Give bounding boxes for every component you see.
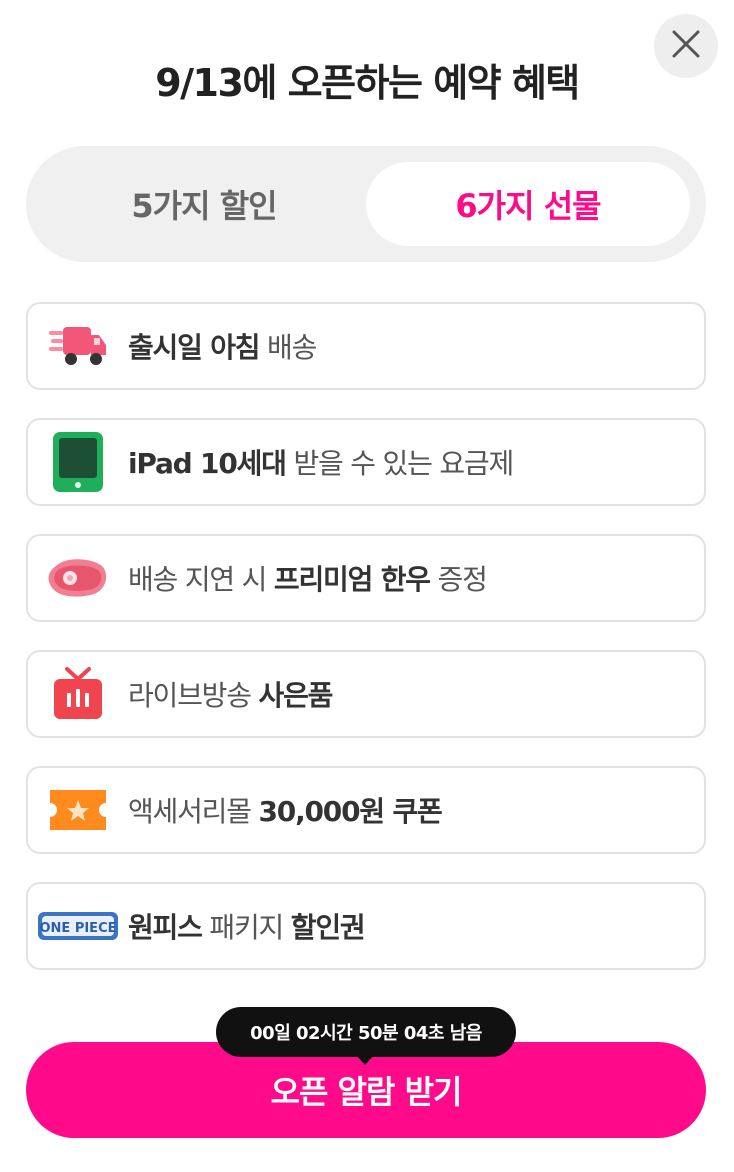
list-item: 배송 지연 시 프리미엄 한우 증정 — [26, 534, 706, 622]
tablet-icon — [48, 432, 108, 492]
onepiece-logo-icon: ONE PIECE — [38, 896, 118, 956]
page-title: 9/13에 오픈하는 예약 혜택 — [155, 61, 580, 105]
list-item: iPad 10세대 받을 수 있는 요금제 — [26, 418, 706, 506]
benefit-tabs: 5가지 할인 6가지 선물 — [26, 146, 706, 262]
benefit-text: 액세서리몰 30,000원 쿠폰 — [128, 795, 443, 828]
benefit-list: 출시일 아침 배송 iPad 10세대 받을 수 있는 요금제 배송 지연 시 … — [26, 302, 706, 998]
beef-icon — [48, 548, 108, 608]
close-button[interactable] — [654, 14, 718, 78]
list-item: 출시일 아침 배송 — [26, 302, 706, 390]
svg-text:ONE PIECE: ONE PIECE — [39, 921, 116, 936]
benefit-text: 출시일 아침 배송 — [128, 331, 317, 364]
benefit-text: 배송 지연 시 프리미엄 한우 증정 — [128, 563, 488, 596]
tab-discounts[interactable]: 5가지 할인 — [42, 162, 366, 246]
countdown-tooltip: 00일 02시간 50분 04초 남음 — [216, 1007, 516, 1057]
benefit-text: 원피스 패키지 할인권 — [128, 911, 366, 944]
benefit-text: 라이브방송 사은품 — [128, 679, 333, 712]
list-item: 라이브방송 사은품 — [26, 650, 706, 738]
tv-live-icon — [48, 664, 108, 724]
benefit-text: iPad 10세대 받을 수 있는 요금제 — [128, 447, 514, 480]
delivery-truck-icon — [48, 316, 108, 376]
tab-gifts[interactable]: 6가지 선물 — [366, 162, 690, 246]
list-item: ONE PIECE 원피스 패키지 할인권 — [26, 882, 706, 970]
tooltip-tail — [356, 1055, 374, 1065]
close-icon — [671, 29, 701, 63]
ticket-coupon-icon — [48, 780, 108, 840]
list-item: 액세서리몰 30,000원 쿠폰 — [26, 766, 706, 854]
